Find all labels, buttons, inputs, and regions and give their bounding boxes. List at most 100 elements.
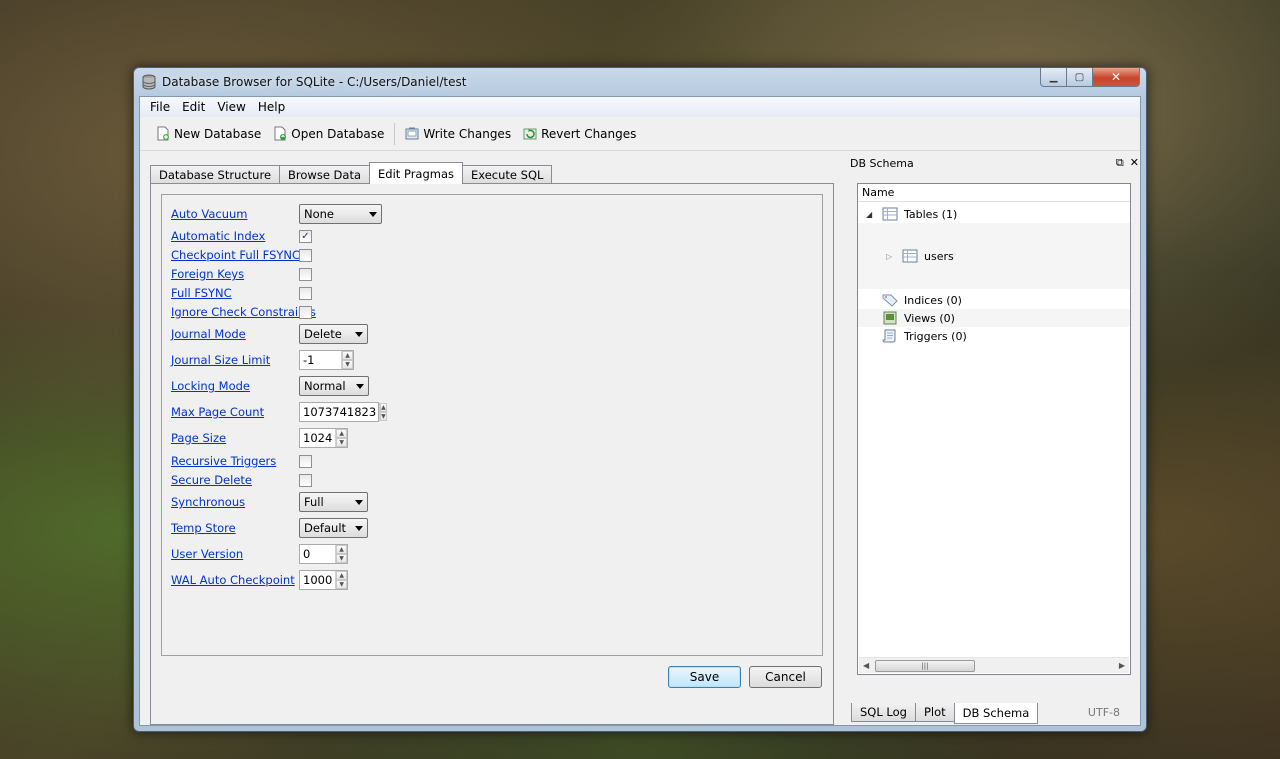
tree-row-triggers[interactable]: Triggers (0) [858, 327, 1130, 345]
tree-header-name[interactable]: Name [858, 184, 1130, 202]
tree-row-views[interactable]: Views (0) [858, 309, 1130, 327]
new-database-button[interactable]: New Database [150, 123, 267, 144]
temp-store-link[interactable]: Temp Store [171, 521, 236, 535]
checkpoint-full-fsync-link[interactable]: Checkpoint Full FSYNC [171, 248, 300, 262]
collapsed-arrow-icon[interactable]: ▷ [886, 252, 902, 261]
save-button[interactable]: Save [668, 666, 741, 688]
row-recursive-triggers: Recursive Triggers [171, 451, 276, 471]
auto-vacuum-link[interactable]: Auto Vacuum [171, 207, 247, 221]
foreign-keys-link[interactable]: Foreign Keys [171, 267, 244, 281]
dock-tab-db-schema[interactable]: DB Schema [953, 703, 1039, 724]
spin-up-icon[interactable]: ▲ [336, 571, 347, 580]
tree-row-users[interactable]: ▷ users [858, 223, 1130, 289]
secure-delete-link[interactable]: Secure Delete [171, 473, 252, 487]
tables-label: Tables (1) [904, 207, 958, 221]
spin-up-icon[interactable]: ▲ [336, 429, 347, 438]
horizontal-scrollbar[interactable]: ◀ ||| ▶ [859, 657, 1129, 673]
synchronous-link[interactable]: Synchronous [171, 495, 245, 509]
auto-vacuum-select[interactable]: None [299, 204, 382, 224]
user-version-link[interactable]: User Version [171, 547, 243, 561]
spin-down-icon[interactable]: ▼ [380, 412, 387, 421]
cancel-button[interactable]: Cancel [749, 666, 822, 688]
triggers-label: Triggers (0) [904, 329, 967, 343]
ignore-check-constraints-checkbox[interactable] [299, 306, 312, 319]
spin-down-icon[interactable]: ▼ [336, 438, 347, 447]
full-fsync-checkbox[interactable] [299, 287, 312, 300]
tree-row-indices[interactable]: Indices (0) [858, 291, 1130, 309]
page-size-spinbox[interactable]: 1024 ▲ ▼ [299, 428, 348, 448]
dock-tab-bar: SQL Log Plot DB Schema [851, 703, 1039, 724]
spin-up-icon[interactable]: ▲ [336, 545, 347, 554]
spin-down-icon[interactable]: ▼ [342, 360, 353, 369]
dock-tab-plot[interactable]: Plot [914, 703, 955, 722]
dropdown-arrow-icon [355, 525, 363, 531]
dock-tab-sql-log[interactable]: SQL Log [851, 703, 916, 722]
full-fsync-link[interactable]: Full FSYNC [171, 286, 232, 300]
float-dock-icon[interactable]: ⧉ [1116, 156, 1124, 170]
recursive-triggers-link[interactable]: Recursive Triggers [171, 454, 276, 468]
toolbar: New Database Open Database Write Changes [140, 117, 1140, 151]
locking-mode-select[interactable]: Normal [299, 376, 369, 396]
tab-edit-pragmas[interactable]: Edit Pragmas [369, 162, 464, 184]
synchronous-select[interactable]: Full [299, 492, 368, 512]
ignore-check-constraints-link[interactable]: Ignore Check Constraints [171, 305, 316, 319]
journal-mode-link[interactable]: Journal Mode [171, 327, 246, 341]
checkpoint-full-fsync-checkbox[interactable] [299, 249, 312, 262]
max-page-count-spinbox[interactable]: 1073741823 ▲ ▼ [299, 402, 387, 422]
spin-up-icon[interactable]: ▲ [380, 403, 387, 412]
journal-size-limit-link[interactable]: Journal Size Limit [171, 353, 270, 367]
wal-auto-checkpoint-link[interactable]: WAL Auto Checkpoint [171, 573, 295, 587]
new-database-icon [157, 126, 169, 141]
dropdown-arrow-icon [355, 331, 363, 337]
foreign-keys-checkbox[interactable] [299, 268, 312, 281]
max-page-count-link[interactable]: Max Page Count [171, 405, 264, 419]
menu-help[interactable]: Help [252, 100, 291, 114]
open-database-label: Open Database [291, 126, 385, 141]
tree-row-tables[interactable]: ◢ Tables (1) [858, 205, 1130, 223]
page-size-value: 1024 [303, 431, 333, 445]
menu-file[interactable]: File [144, 100, 176, 114]
journal-size-limit-spinbox[interactable]: -1 ▲ ▼ [299, 350, 354, 370]
main-tab-bar: Database Structure Browse Data Edit Prag… [150, 162, 553, 184]
row-user-version: User Version [171, 544, 243, 564]
page-size-link[interactable]: Page Size [171, 431, 226, 445]
minimize-button[interactable]: ▁ [1040, 68, 1067, 87]
tab-database-structure[interactable]: Database Structure [150, 165, 281, 184]
automatic-index-link[interactable]: Automatic Index [171, 229, 265, 243]
close-window-button[interactable]: ✕ [1093, 68, 1140, 87]
automatic-index-checkbox[interactable]: ✓ [299, 230, 312, 243]
schema-tree[interactable]: Name ◢ Tables (1) ▷ users Indices (0) Vi… [857, 183, 1131, 675]
expanded-arrow-icon[interactable]: ◢ [866, 210, 882, 219]
pragmas-panel: Auto Vacuum None Automatic Index ✓ Check… [161, 194, 823, 656]
close-dock-icon[interactable]: ✕ [1130, 156, 1139, 170]
spin-down-icon[interactable]: ▼ [336, 580, 347, 589]
spin-up-icon[interactable]: ▲ [342, 351, 353, 360]
row-temp-store: Temp Store [171, 518, 236, 538]
tab-browse-data[interactable]: Browse Data [279, 165, 371, 184]
open-database-button[interactable]: Open Database [267, 123, 390, 144]
scrollbar-thumb[interactable]: ||| [875, 660, 975, 672]
scroll-left-icon[interactable]: ◀ [863, 661, 869, 670]
secure-delete-checkbox[interactable] [299, 474, 312, 487]
write-changes-button[interactable]: Write Changes [399, 123, 517, 144]
write-changes-label: Write Changes [423, 126, 512, 141]
user-version-spinbox[interactable]: 0 ▲ ▼ [299, 544, 348, 564]
menu-edit[interactable]: Edit [176, 100, 211, 114]
recursive-triggers-checkbox[interactable] [299, 455, 312, 468]
temp-store-value: Default [304, 521, 347, 535]
wal-auto-checkpoint-spinbox[interactable]: 1000 ▲ ▼ [299, 570, 348, 590]
title-bar[interactable]: Database Browser for SQLite - C:/Users/D… [134, 68, 1146, 96]
maximize-button[interactable]: ▢ [1067, 68, 1093, 87]
client-area: File Edit View Help New Database Open Da… [139, 96, 1141, 726]
temp-store-select[interactable]: Default [299, 518, 368, 538]
wal-auto-checkpoint-value: 1000 [303, 573, 333, 587]
tab-execute-sql[interactable]: Execute SQL [462, 165, 553, 184]
menu-view[interactable]: View [211, 100, 251, 114]
revert-changes-button[interactable]: Revert Changes [517, 123, 642, 144]
locking-mode-link[interactable]: Locking Mode [171, 379, 250, 393]
auto-vacuum-value: None [304, 207, 335, 221]
menu-bar: File Edit View Help [140, 97, 1140, 117]
scroll-right-icon[interactable]: ▶ [1119, 661, 1125, 670]
spin-down-icon[interactable]: ▼ [336, 554, 347, 563]
journal-mode-select[interactable]: Delete [299, 324, 368, 344]
